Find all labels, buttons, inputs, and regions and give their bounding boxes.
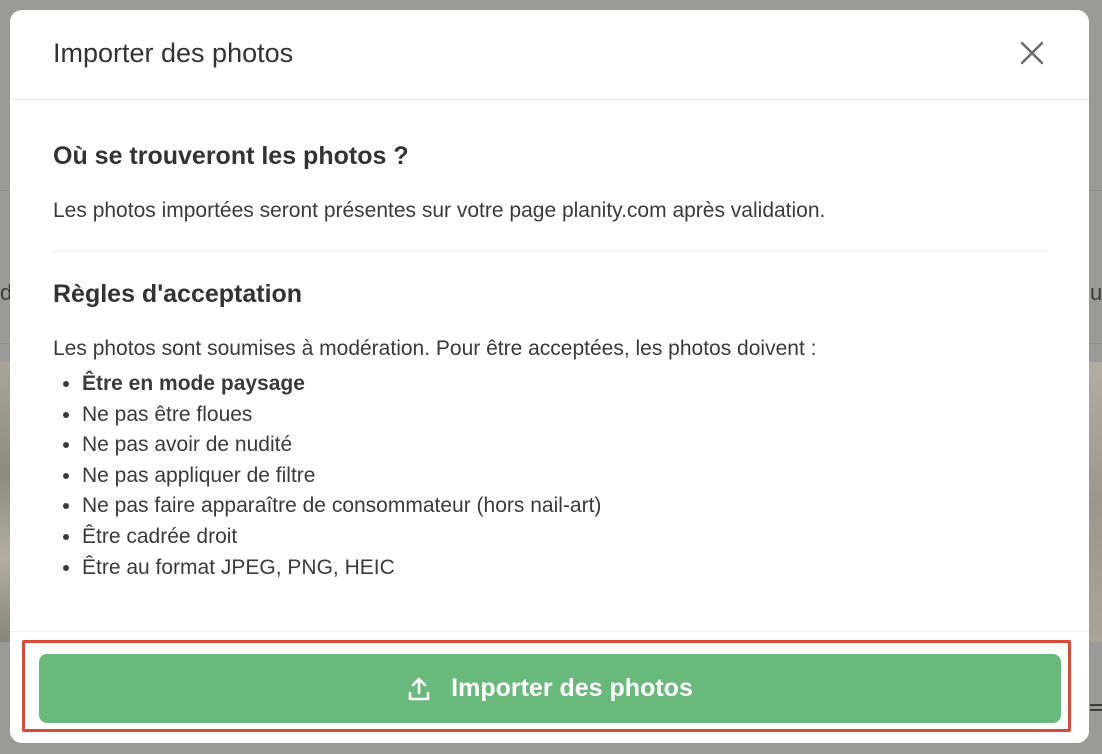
close-icon — [1020, 41, 1044, 65]
background-photo — [1088, 362, 1102, 642]
rules-intro-text: Les photos sont soumises à modération. P… — [53, 337, 817, 360]
background-text-right: u — [1090, 280, 1102, 305]
upload-icon — [408, 677, 430, 700]
close-button[interactable] — [1017, 38, 1047, 68]
rule-item: Être au format JPEG, PNG, HEIC — [82, 553, 601, 584]
rule-item: Ne pas avoir de nudité — [82, 430, 601, 461]
rule-item: Être cadrée droit — [82, 522, 601, 553]
location-section-text: Les photos importées seront présentes su… — [53, 199, 826, 222]
section-divider — [53, 251, 1048, 252]
footer-divider — [10, 631, 1089, 632]
rule-item: Ne pas être floues — [82, 400, 601, 431]
dialog-header: Importer des photos — [10, 10, 1089, 100]
rule-item: Être en mode paysage — [82, 369, 601, 400]
rule-item: Ne pas faire apparaître de consommateur … — [82, 491, 601, 522]
import-button-label: Importer des photos — [451, 674, 693, 702]
menu-icon — [1090, 704, 1102, 718]
import-photos-button[interactable]: Importer des photos — [39, 654, 1061, 723]
rules-list: Être en mode paysage Ne pas être floues … — [53, 369, 601, 583]
dialog-title: Importer des photos — [53, 38, 294, 68]
rules-section-title: Règles d'acceptation — [53, 280, 303, 308]
location-section-title: Où se trouveront les photos ? — [53, 142, 409, 170]
rule-item: Ne pas appliquer de filtre — [82, 461, 601, 492]
import-photos-dialog: Importer des photos Où se trouveront les… — [10, 10, 1089, 743]
